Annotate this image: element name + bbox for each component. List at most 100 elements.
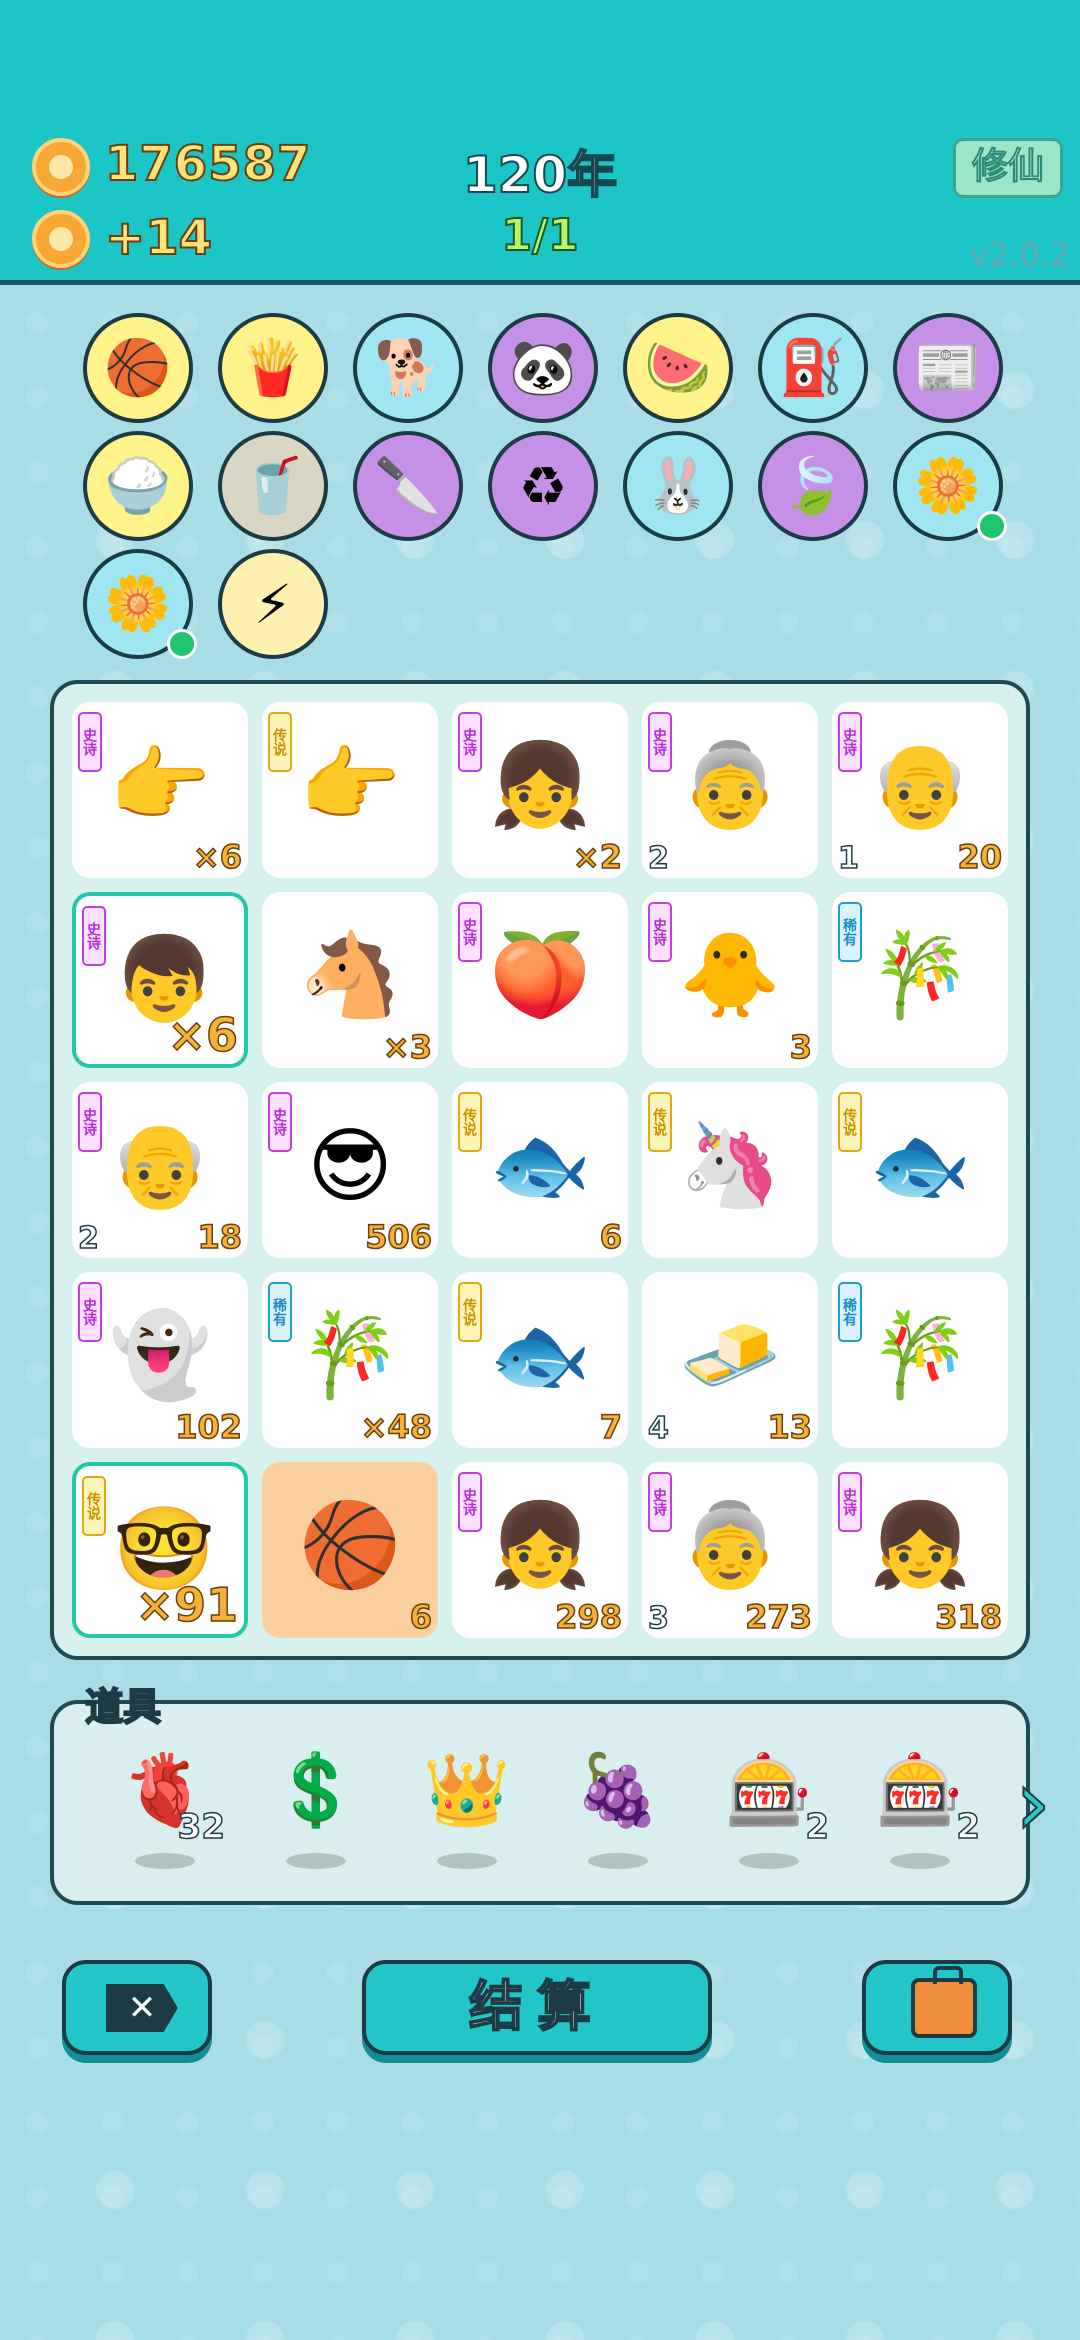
income-amount: +14 (104, 209, 213, 267)
board-cell[interactable]: 史诗 👵 3 273 (642, 1462, 818, 1638)
settle-button[interactable]: 结算 (362, 1960, 712, 2055)
item-count: 7 (599, 1407, 623, 1447)
board-cell[interactable]: 稀有 🎋 (832, 1272, 1008, 1448)
level-number: 3 (647, 1600, 669, 1637)
rarity-tag: 史诗 (648, 1472, 672, 1532)
board-cell[interactable]: 史诗 👧 ×2 (452, 702, 628, 878)
board-cell[interactable]: 史诗 👵 2 (642, 702, 818, 878)
board-cell[interactable]: 稀有 🎋 ×48 (262, 1272, 438, 1448)
prop-epic-slots[interactable]: 🎰 2 (860, 1745, 981, 1875)
basketballs-icon[interactable]: 🏀 (83, 313, 193, 423)
rice-bowl-icon[interactable]: 🍚 (83, 431, 193, 541)
board-cell[interactable]: 稀有 🎋 (832, 892, 1008, 1068)
horse-icon: 🐴 (298, 928, 402, 1023)
prop-crown[interactable]: 👑 (407, 1745, 527, 1875)
recycle-icon[interactable]: ♻ (488, 431, 598, 541)
board-cell[interactable]: 史诗 👻 102 (72, 1272, 248, 1448)
level-number: 2 (647, 840, 669, 877)
item-count: 102 (174, 1407, 242, 1447)
gold-bars-icon: 🧈 (678, 1308, 782, 1403)
bamboo-3-icon: 🎋 (868, 1308, 972, 1403)
board-cell[interactable]: 传说 👉 (262, 702, 438, 878)
cool-dog-icon[interactable]: 🐕 (353, 313, 463, 423)
xiuxian-button[interactable]: 修仙 (953, 138, 1063, 198)
heart-glasses-granny-icon: 👵 (678, 738, 782, 833)
board-cell[interactable]: 史诗 🍑 (452, 892, 628, 1068)
board-cell[interactable]: 史诗 🐥 3 (642, 892, 818, 1068)
item-count: 3 (789, 1027, 813, 1067)
prop-shadow (135, 1853, 195, 1869)
rarity-tag: 稀有 (838, 1282, 862, 1342)
time-magazine-icon[interactable]: 📰 (893, 313, 1003, 423)
board-cell[interactable]: 史诗 😎 506 (262, 1082, 438, 1258)
top-bar: 176587 +14 120年 1/1 修仙 v2.0.2 (0, 0, 1080, 285)
peach-icon: 🍑 (488, 928, 592, 1023)
rarity-tag: 传说 (648, 1092, 672, 1152)
rarity-tag: 稀有 (268, 1282, 292, 1342)
board-cell[interactable]: 🧈 4 13 (642, 1272, 818, 1448)
green-hat-man-icon: 😎 (307, 1118, 393, 1214)
item-count: ×2 (572, 837, 623, 877)
board-cell[interactable]: 史诗 👦 ×6 (72, 892, 248, 1068)
board-cell[interactable]: 传说 🦄 (642, 1082, 818, 1258)
glasses-grandpa-2-icon: 👴 (108, 1118, 212, 1213)
item-count: ×48 (360, 1407, 433, 1447)
close-icon: ✕ (106, 1984, 178, 2032)
prop-bayberry[interactable]: 🍇 (558, 1745, 678, 1875)
fries-icon[interactable]: 🍟 (218, 313, 328, 423)
gold-hand-icon: 👉 (298, 738, 402, 833)
money-amount: 176587 (104, 135, 312, 193)
next-arrow-icon[interactable]: › (1003, 1748, 1063, 1858)
rarity-tag: 史诗 (458, 712, 482, 772)
level-number: 2 (77, 1220, 99, 1257)
rarity-tag: 史诗 (78, 712, 102, 772)
panda-icon[interactable]: 🐼 (488, 313, 598, 423)
board-cell[interactable]: 传说 🐟 6 (452, 1082, 628, 1258)
rare-slots-icon: 🎰 (725, 1748, 813, 1831)
bubble-tea-icon[interactable]: 🥤 (218, 431, 328, 541)
rabbit-icon[interactable]: 🐰 (623, 431, 733, 541)
board-cell[interactable]: 传说 🐟 (832, 1082, 1008, 1258)
props-label: 道具 (84, 1684, 162, 1730)
pump-icon[interactable]: ⛽ (758, 313, 868, 423)
board-cell[interactable]: 🏀 6 (262, 1462, 438, 1638)
braid-girl-3-icon: 👧 (868, 1498, 972, 1593)
board-cell[interactable]: 传说 🐟 7 (452, 1272, 628, 1448)
rarity-tag: 传说 (838, 1092, 862, 1152)
rarity-tag: 史诗 (78, 1282, 102, 1342)
flower-pot-2-icon[interactable]: 🌼 (83, 549, 197, 659)
epic-slots-icon: 🎰 (876, 1748, 964, 1831)
leaf-icon[interactable]: 🍃 (758, 431, 868, 541)
board-cell[interactable]: 史诗 👴 1 20 (832, 702, 1008, 878)
game-board: 史诗 👉 ×6 传说 👉 史诗 👧 ×2 史诗 👵 2 史诗 👴 1 20 史诗 👦 ×6 🐴 ×3 史诗 🍑 史诗 🐥 3 稀有… (50, 680, 1030, 1660)
item-count: 273 (744, 1597, 812, 1637)
board-cell[interactable]: 史诗 👧 318 (832, 1462, 1008, 1638)
rarity-tag: 史诗 (458, 1472, 482, 1532)
cleaver-icon[interactable]: 🔪 (353, 431, 463, 541)
fruit-basket-icon[interactable]: 🍉 (623, 313, 733, 423)
koi-fish-3-icon: 🐟 (488, 1308, 592, 1403)
lightning-icon[interactable]: ⚡ (218, 549, 328, 659)
unicorn-icon: 🦄 (678, 1118, 782, 1213)
rarity-tag: 史诗 (268, 1092, 292, 1152)
braid-girl-2-icon: 👧 (488, 1498, 592, 1593)
braid-girl-icon: 👧 (488, 738, 592, 833)
prop-rare-slots[interactable]: 🎰 2 (709, 1745, 830, 1875)
board-cell[interactable]: 史诗 👴 2 18 (72, 1082, 248, 1258)
prop-liver[interactable]: 🫀 32 (105, 1745, 226, 1875)
new-dot (977, 511, 1007, 541)
prop-coin[interactable]: 💲 (256, 1745, 376, 1875)
rarity-tag: 史诗 (838, 712, 862, 772)
close-button[interactable]: ✕ (62, 1960, 212, 2055)
flower-pot-icon[interactable]: 🌼 (893, 431, 1007, 541)
item-count: 18 (197, 1217, 243, 1257)
bag-button[interactable] (862, 1960, 1012, 2055)
board-cell[interactable]: 史诗 👉 ×6 (72, 702, 248, 878)
board-cell[interactable]: 🐴 ×3 (262, 892, 438, 1068)
board-cell[interactable]: 传说 🤓 ×91 (72, 1462, 248, 1638)
rarity-tag: 史诗 (82, 906, 106, 966)
rarity-tag: 史诗 (458, 902, 482, 962)
rarity-tag: 传说 (82, 1476, 106, 1536)
item-count: 506 (364, 1217, 432, 1257)
board-cell[interactable]: 史诗 👧 298 (452, 1462, 628, 1638)
